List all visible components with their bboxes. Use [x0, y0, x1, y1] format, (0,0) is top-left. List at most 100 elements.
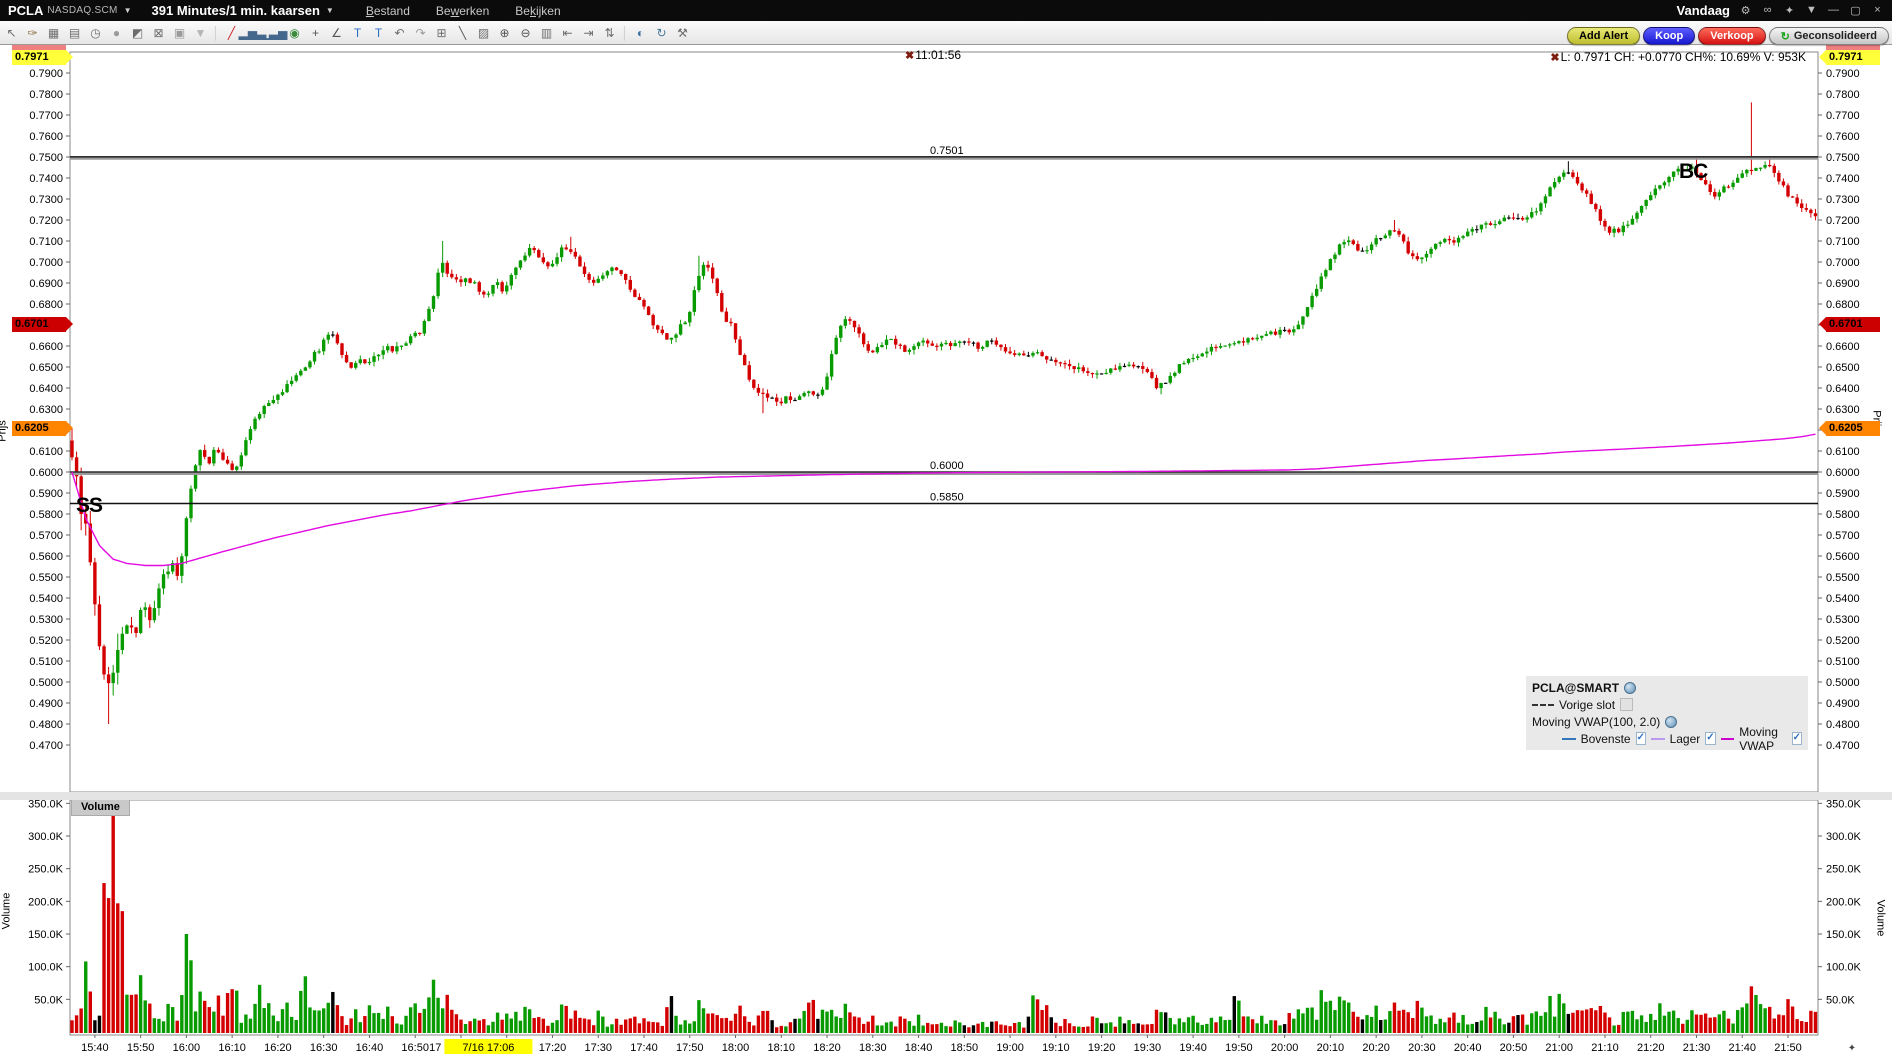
toolbar-bar-insert-icon[interactable]: ⇅	[600, 25, 619, 41]
geconsolideerd-button[interactable]: ↻ Geconsolideerd	[1768, 27, 1889, 45]
prev-close-checkbox[interactable]: ✓	[1620, 698, 1634, 711]
svg-text:0.7100: 0.7100	[1826, 236, 1860, 248]
svg-text:0.7400: 0.7400	[1826, 173, 1860, 185]
toolbar-globe-icon[interactable]: ◐	[631, 25, 650, 41]
delete-stats-icon[interactable]: ✖	[1550, 52, 1559, 64]
svg-text:16:30: 16:30	[310, 1042, 338, 1054]
price-tag-arrow	[1819, 50, 1826, 64]
timeframe-dropdown-caret-icon[interactable]: ▼	[326, 6, 334, 15]
toolbar-refresh-icon[interactable]: ↻	[652, 25, 671, 41]
minimize-icon[interactable]: —	[1827, 4, 1840, 17]
add-alert-button[interactable]: Add Alert	[1567, 27, 1641, 45]
price-tag-arrow	[1819, 317, 1826, 331]
band-swatch	[1651, 737, 1665, 740]
toolbar-hatch-icon[interactable]: ▨	[474, 25, 493, 41]
settings-gear-icon[interactable]: ⚙	[1739, 4, 1752, 17]
exchange-label: NASDAQ.SCM	[47, 5, 118, 16]
svg-text:20:50: 20:50	[1500, 1042, 1528, 1054]
volume-pane-badge[interactable]: Volume	[71, 800, 130, 816]
toolbar-redo-icon[interactable]: ↷	[411, 25, 430, 41]
toolbar-chart-region-icon[interactable]: ⊠	[149, 25, 168, 41]
pin-icon[interactable]: ✦	[1783, 4, 1796, 17]
session-label[interactable]: Vandaag	[1677, 3, 1730, 18]
toolbar-hand-icon[interactable]: ✑	[23, 25, 42, 41]
timeframe-label[interactable]: 391 Minutes/1 min. kaarsen	[152, 3, 320, 18]
svg-text:0.6300: 0.6300	[1826, 404, 1860, 416]
svg-text:0.4700: 0.4700	[29, 740, 63, 752]
toolbar-crosshair-icon[interactable]: +	[306, 25, 325, 41]
svg-text:0.5700: 0.5700	[29, 530, 63, 542]
toolbar-grid-icon[interactable]: ▦	[44, 25, 63, 41]
toolbar-zoom-in-icon[interactable]: ⊕	[495, 25, 514, 41]
bc-annotation[interactable]: BC	[1679, 160, 1708, 184]
band-checkbox[interactable]: ✓	[1635, 732, 1646, 745]
svg-text:15:50: 15:50	[127, 1042, 155, 1054]
toolbar-wrench-icon[interactable]: ⚒	[673, 25, 692, 41]
toolbar-bar-right-icon[interactable]: ⇥	[579, 25, 598, 41]
svg-text:16:40: 16:40	[356, 1042, 384, 1054]
trading-app-window: PCLA NASDAQ.SCM ▼ 391 Minutes/1 min. kaa…	[0, 0, 1892, 1057]
horizontal-price-lines[interactable]: 0.7501 0.6000 0.5850	[70, 145, 1818, 505]
svg-text:19:40: 19:40	[1179, 1042, 1207, 1054]
toolbar-chart-settings-icon[interactable]: ◩	[128, 25, 147, 41]
toolbar-separator: │	[212, 25, 220, 40]
toolbar-print-icon[interactable]: ▤	[65, 25, 84, 41]
toolbar-trendline-icon[interactable]: ╲	[453, 25, 472, 41]
toolbar-text-callout-icon[interactable]: T	[369, 25, 388, 41]
toolbar-dropdown-icon[interactable]: ▼	[191, 25, 210, 41]
close-icon[interactable]: ×	[1871, 4, 1884, 17]
toolbar-zoom-out-icon[interactable]: ⊖	[516, 25, 535, 41]
svg-text:0.5800: 0.5800	[29, 509, 63, 521]
toolbar-coin-icon[interactable]: ◉	[285, 25, 304, 41]
toolbar-undo-icon[interactable]: ↶	[390, 25, 409, 41]
globe-icon[interactable]	[1624, 681, 1637, 694]
toolbar-angle-icon[interactable]: ∠	[327, 25, 346, 41]
price-tag-0.7971: 0.7971	[1819, 50, 1880, 65]
svg-text:0.7900: 0.7900	[29, 68, 63, 80]
koop-button[interactable]: Koop	[1643, 27, 1696, 45]
verkoop-button[interactable]: Verkoop	[1698, 27, 1766, 45]
svg-text:0.6800: 0.6800	[1826, 299, 1860, 311]
svg-text:✦: ✦	[1848, 1043, 1856, 1054]
globe-icon[interactable]	[1665, 715, 1678, 728]
menu-bestand[interactable]: Bestand	[366, 4, 410, 18]
dropdown-caret-icon[interactable]: ▼	[1805, 4, 1818, 17]
menu-bekijken[interactable]: Bekijken	[515, 4, 560, 18]
legend-symbol-title[interactable]: PCLA@SMART	[1532, 681, 1619, 695]
price-tag-0.6205: 0.6205	[12, 421, 73, 436]
toolbar-image-icon[interactable]: ▣	[170, 25, 189, 41]
toolbar-circle-icon[interactable]: ●	[107, 25, 126, 41]
link-icon[interactable]: ∞	[1761, 4, 1774, 17]
svg-text:0.6600: 0.6600	[1826, 341, 1860, 353]
symbol-dropdown-caret-icon[interactable]: ▼	[124, 6, 132, 15]
toolbar-chart-add-icon[interactable]: ⊞	[432, 25, 451, 41]
svg-text:0.6000: 0.6000	[930, 460, 964, 472]
band-checkbox[interactable]: ✓	[1705, 732, 1716, 745]
time-marker-annotation[interactable]: ✖11:01:56	[905, 48, 961, 62]
ss-annotation[interactable]: SS	[76, 494, 103, 518]
toolbar-text-icon[interactable]: T	[348, 25, 367, 41]
menu-bewerken[interactable]: Bewerken	[436, 4, 489, 18]
svg-text:21:10: 21:10	[1591, 1042, 1619, 1054]
svg-text:20:40: 20:40	[1454, 1042, 1482, 1054]
svg-text:18:50: 18:50	[951, 1042, 979, 1054]
svg-text:0.5000: 0.5000	[1826, 677, 1860, 689]
toolbar-volume-chart-icon[interactable]: ▁▃▅	[260, 25, 288, 41]
volume-axis-ticks: 350.0K 350.0K 300.0K 300.0K 250.0K 250.0K 200.…	[28, 798, 1861, 1006]
svg-text:18:40: 18:40	[905, 1042, 933, 1054]
study-title[interactable]: Moving VWAP(100, 2.0)	[1532, 715, 1660, 729]
svg-text:50.0K: 50.0K	[1826, 994, 1855, 1006]
svg-text:21:00: 21:00	[1545, 1042, 1573, 1054]
clipped-price-tag	[1826, 45, 1880, 50]
toolbar-calendar-icon[interactable]: ▥	[537, 25, 556, 41]
toolbar-bar-left-icon[interactable]: ⇤	[558, 25, 577, 41]
toolbar-clock-icon[interactable]: ◷	[86, 25, 105, 41]
chart-canvas[interactable]: 0.7900 0.7900 0.7800 0.7800 0.7700 0.7700 0.76…	[0, 0, 1892, 1057]
delete-marker-icon[interactable]: ✖	[905, 50, 914, 62]
toolbar-cursor-icon[interactable]: ↖	[2, 25, 21, 41]
band-checkbox[interactable]: ✓	[1791, 732, 1803, 745]
svg-text:16:20: 16:20	[264, 1042, 292, 1054]
trade-button-label: Add Alert	[1579, 30, 1629, 42]
maximize-icon[interactable]: ▢	[1849, 4, 1862, 17]
legend-band-row: Bovenste ✓ Lager ✓ Moving VWAP ✓	[1562, 725, 1803, 753]
